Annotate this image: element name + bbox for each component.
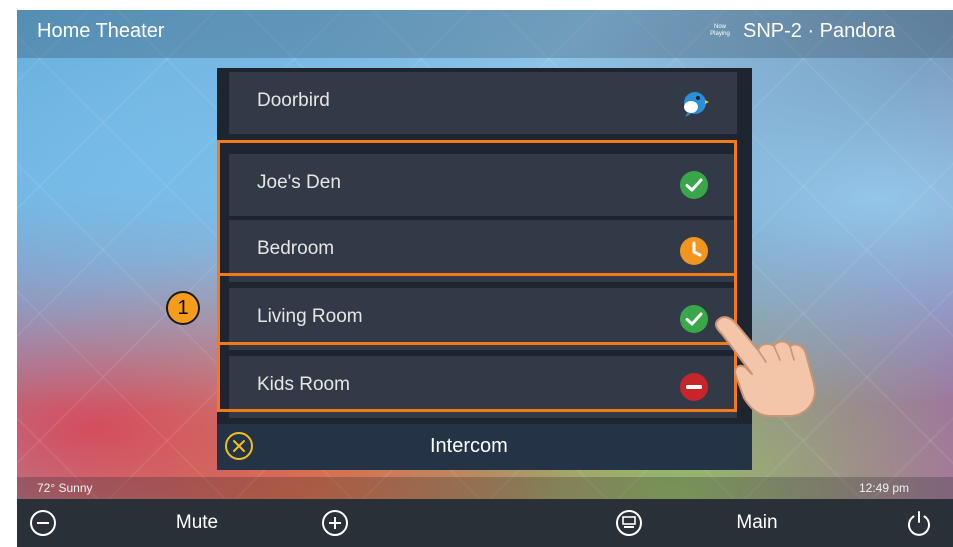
- list-item-label: Bedroom: [257, 238, 335, 259]
- minus-circle-icon: [30, 510, 56, 536]
- power-icon: [908, 511, 930, 536]
- main-zone-button[interactable]: Main: [717, 499, 797, 547]
- status-bar: 72° Sunny 12:49 pm: [17, 477, 953, 499]
- room-title: Home Theater: [37, 20, 165, 42]
- list-item-label: Kids Room: [257, 374, 350, 395]
- plus-circle-icon: [322, 510, 348, 536]
- weather-readout: 72° Sunny: [37, 481, 93, 495]
- now-playing-source[interactable]: SNP-2 · Pandora: [743, 20, 895, 43]
- bottom-control-bar: Mute Main: [17, 499, 953, 547]
- volume-down-button[interactable]: [21, 499, 65, 547]
- intercom-footer: Intercom: [217, 424, 752, 470]
- intercom-panel: Doorbird Joe's Den Bedroom Living Room K…: [217, 68, 752, 470]
- list-item-label: Joe's Den: [257, 172, 341, 193]
- callout-badge: 1: [166, 291, 200, 325]
- top-bar: Home Theater Now Playing SNP-2 · Pandora: [17, 10, 953, 58]
- list-item-label: Living Room: [257, 306, 363, 327]
- list-item-doorbird[interactable]: Doorbird: [229, 72, 737, 134]
- intercom-title: Intercom: [430, 435, 508, 457]
- list-item-joes-den[interactable]: Joe's Den: [229, 154, 737, 216]
- volume-up-button[interactable]: [313, 499, 357, 547]
- list-item-bedroom[interactable]: Bedroom: [229, 220, 737, 282]
- media-button[interactable]: [607, 499, 651, 547]
- list-item-label: Doorbird: [257, 90, 330, 111]
- power-button[interactable]: [897, 499, 941, 547]
- mute-button[interactable]: Mute: [157, 499, 237, 547]
- touchscreen: Home Theater Now Playing SNP-2 · Pandora…: [17, 10, 953, 547]
- list-item-kids-room[interactable]: Kids Room: [229, 356, 737, 418]
- list-item-living-room[interactable]: Living Room: [229, 288, 737, 350]
- bird-icon: [679, 88, 709, 118]
- pointing-hand-illustration: [700, 300, 830, 420]
- check-circle-icon: [679, 170, 709, 200]
- clock-readout: 12:49 pm: [859, 481, 910, 495]
- close-circle-icon[interactable]: [224, 431, 254, 461]
- clock-icon: [679, 236, 709, 266]
- now-playing-badge: Now Playing: [710, 24, 730, 37]
- media-icon: [616, 510, 642, 536]
